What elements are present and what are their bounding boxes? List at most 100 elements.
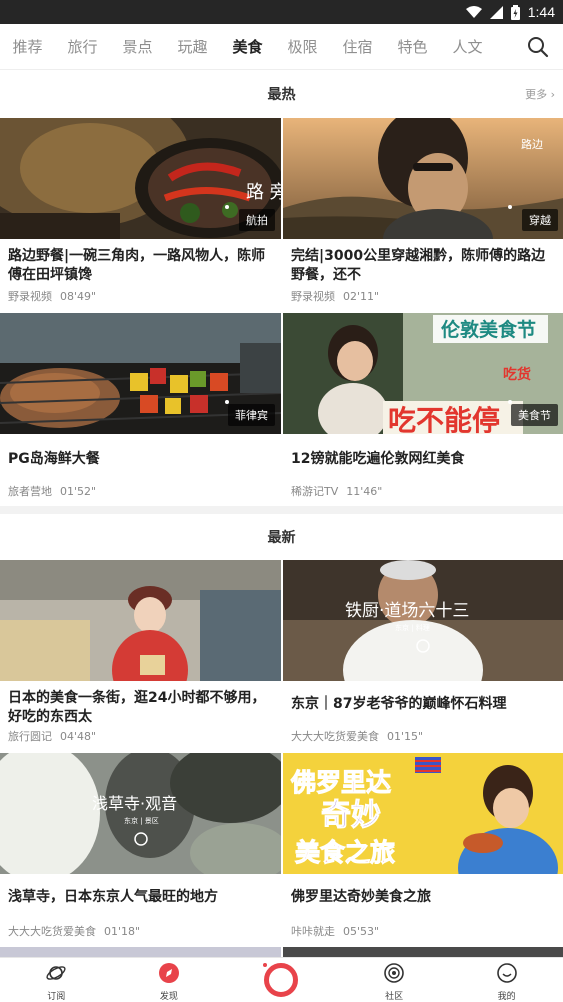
video-meta: 野录视频 08'49": [8, 288, 96, 304]
video-duration: 01'52": [60, 485, 97, 498]
video-duration: 05'53": [343, 925, 380, 938]
status-time: 1:44: [527, 4, 555, 20]
video-card[interactable]: 路 旁 航拍 路边野餐|一碗三角肉，一路风物人，陈师傅在田坪镇馋 野录视频 08'…: [0, 118, 281, 311]
more-label: 更多: [525, 88, 548, 101]
video-duration: 04'48": [60, 730, 97, 743]
next-card-peek: [0, 947, 281, 957]
video-title: 东京｜87岁老爷爷的巅峰怀石料理: [291, 696, 507, 712]
section-hot-header: 最热 更多 ›: [0, 71, 563, 117]
section-hot-title: 最热: [267, 87, 296, 103]
video-thumbnail: 路 旁 航拍: [0, 118, 281, 239]
video-thumbnail: 佛罗里达 奇妙 美食之旅: [283, 753, 563, 874]
thumb-subtitle: 东京 | 料理: [395, 623, 430, 632]
tag-badge: 穿越: [522, 209, 558, 231]
video-source: 旅行圆记: [8, 730, 52, 743]
chevron-right-icon: ›: [550, 88, 555, 101]
category-tabs: 推荐 旅行 景点 玩趣 美食 极限 住宿 特色 人文: [0, 24, 563, 70]
video-title: 完结|3000公里穿越湘黔，陈师傅的路边野餐，还不: [291, 248, 546, 283]
thumb-subtitle: 东京 | 景区: [124, 816, 159, 825]
tab-special[interactable]: 特色: [385, 36, 440, 57]
video-meta: 稀游记TV 11'46": [291, 483, 382, 499]
section-new-title: 最新: [267, 530, 296, 546]
notification-dot: [263, 963, 268, 967]
tab-recommend[interactable]: 推荐: [0, 36, 55, 57]
video-source: 野录视频: [291, 290, 335, 303]
video-title: PG岛海鲜大餐: [8, 451, 100, 467]
nav-discover[interactable]: 发现: [113, 958, 226, 1002]
status-bar: 1:44: [0, 0, 563, 24]
tag-badge: 菲律宾: [228, 404, 275, 426]
video-thumbnail: 路边 穿越: [283, 118, 563, 239]
logo-text: 路边: [521, 138, 543, 151]
badge-dot: [508, 205, 512, 209]
video-title: 12镑就能吃遍伦敦网红美食: [291, 451, 465, 467]
video-thumbnail: 铁厨·道场六十三 东京 | 料理: [283, 560, 563, 681]
community-icon: [383, 962, 405, 988]
video-duration: 11'46": [346, 485, 383, 498]
nav-label: 我的: [497, 992, 516, 1002]
video-title: 佛罗里达奇妙美食之旅: [291, 889, 431, 905]
thumb-caption: 路 旁: [246, 182, 281, 203]
video-source: 大大大吃货爱美食: [291, 730, 379, 743]
tab-culture[interactable]: 人文: [440, 36, 495, 57]
video-meta: 旅行圆记 04'48": [8, 728, 96, 744]
bottom-nav: 订阅 发现 社区 我的: [0, 957, 563, 1002]
nav-community[interactable]: 社区: [338, 958, 451, 1002]
video-title: 日本的美食一条街，逛24小时都不够用，好吃的东西太: [8, 690, 266, 725]
video-duration: 02'11": [343, 290, 380, 303]
next-card-peek: [283, 947, 563, 957]
video-source: 野录视频: [8, 290, 52, 303]
battery-icon: [510, 4, 520, 20]
tag-badge: 美食节: [511, 404, 558, 426]
nav-label: 订阅: [47, 992, 66, 1002]
video-meta: 咔咔就走 05'53": [291, 923, 379, 939]
tab-fun[interactable]: 玩趣: [165, 36, 220, 57]
video-source: 咔咔就走: [291, 925, 335, 938]
video-source: 旅者营地: [8, 485, 52, 498]
tab-lodging[interactable]: 住宿: [330, 36, 385, 57]
thumb-headline: 伦敦美食节: [441, 318, 536, 341]
tab-travel[interactable]: 旅行: [55, 36, 110, 57]
video-duration: 01'15": [387, 730, 424, 743]
section-divider: [0, 506, 563, 514]
tab-extreme[interactable]: 极限: [275, 36, 330, 57]
more-link[interactable]: 更多 ›: [525, 86, 555, 102]
planet-icon: [45, 962, 67, 988]
video-card[interactable]: 菲律宾 PG岛海鲜大餐 旅者营地 01'52": [0, 313, 281, 505]
video-meta: 大大大吃货爱美食 01'15": [291, 728, 423, 744]
video-duration: 08'49": [60, 290, 97, 303]
video-source: 稀游记TV: [291, 485, 339, 498]
tab-food[interactable]: 美食: [220, 36, 275, 57]
thumb-tag: 吃货: [503, 366, 531, 383]
video-source: 大大大吃货爱美食: [8, 925, 96, 938]
thumb-headline-2: 奇妙: [321, 798, 381, 833]
video-thumbnail: [0, 560, 281, 681]
nav-mine[interactable]: 我的: [450, 958, 563, 1002]
video-card[interactable]: 佛罗里达 奇妙 美食之旅 佛罗里达奇妙美食之旅 咔咔就走 05'53": [283, 753, 563, 945]
video-title: 浅草寺，日本东京人气最旺的地方: [8, 889, 218, 905]
wifi-icon: [465, 6, 482, 18]
nav-subscribe[interactable]: 订阅: [0, 958, 113, 1002]
video-meta: 旅者营地 01'52": [8, 483, 96, 499]
tab-scenic[interactable]: 景点: [110, 36, 165, 57]
video-card[interactable]: 路边 穿越 完结|3000公里穿越湘黔，陈师傅的路边野餐，还不 野录视频 02'1…: [283, 118, 563, 311]
signal-icon: [489, 5, 503, 19]
video-thumbnail: 菲律宾: [0, 313, 281, 434]
thumb-headline-3: 美食之旅: [295, 838, 395, 867]
nav-record[interactable]: [225, 958, 338, 1000]
search-icon[interactable]: [527, 36, 549, 58]
nav-label: 社区: [385, 992, 404, 1002]
thumb-headline: 浅草寺·观音: [92, 794, 177, 813]
video-thumbnail: 浅草寺·观音 东京 | 景区: [0, 753, 281, 874]
video-card[interactable]: 铁厨·道场六十三 东京 | 料理 东京｜87岁老爷爷的巅峰怀石料理 大大大吃货爱…: [283, 560, 563, 750]
nav-label: 发现: [159, 992, 178, 1002]
video-title: 路边野餐|一碗三角肉，一路风物人，陈师傅在田坪镇馋: [8, 248, 266, 283]
discover-icon: [158, 962, 180, 988]
video-meta: 野录视频 02'11": [291, 288, 379, 304]
section-new-header: 最新: [0, 514, 563, 560]
smile-icon: [496, 962, 518, 988]
badge-dot: [225, 205, 229, 209]
video-card[interactable]: 日本的美食一条街，逛24小时都不够用，好吃的东西太 旅行圆记 04'48": [0, 560, 281, 750]
video-card[interactable]: 浅草寺·观音 东京 | 景区 浅草寺，日本东京人气最旺的地方 大大大吃货爱美食 0…: [0, 753, 281, 945]
video-card[interactable]: 伦敦美食节 吃货 吃不能停 美食节 12镑就能吃遍伦敦网红美食 稀游记TV 11'…: [283, 313, 563, 505]
